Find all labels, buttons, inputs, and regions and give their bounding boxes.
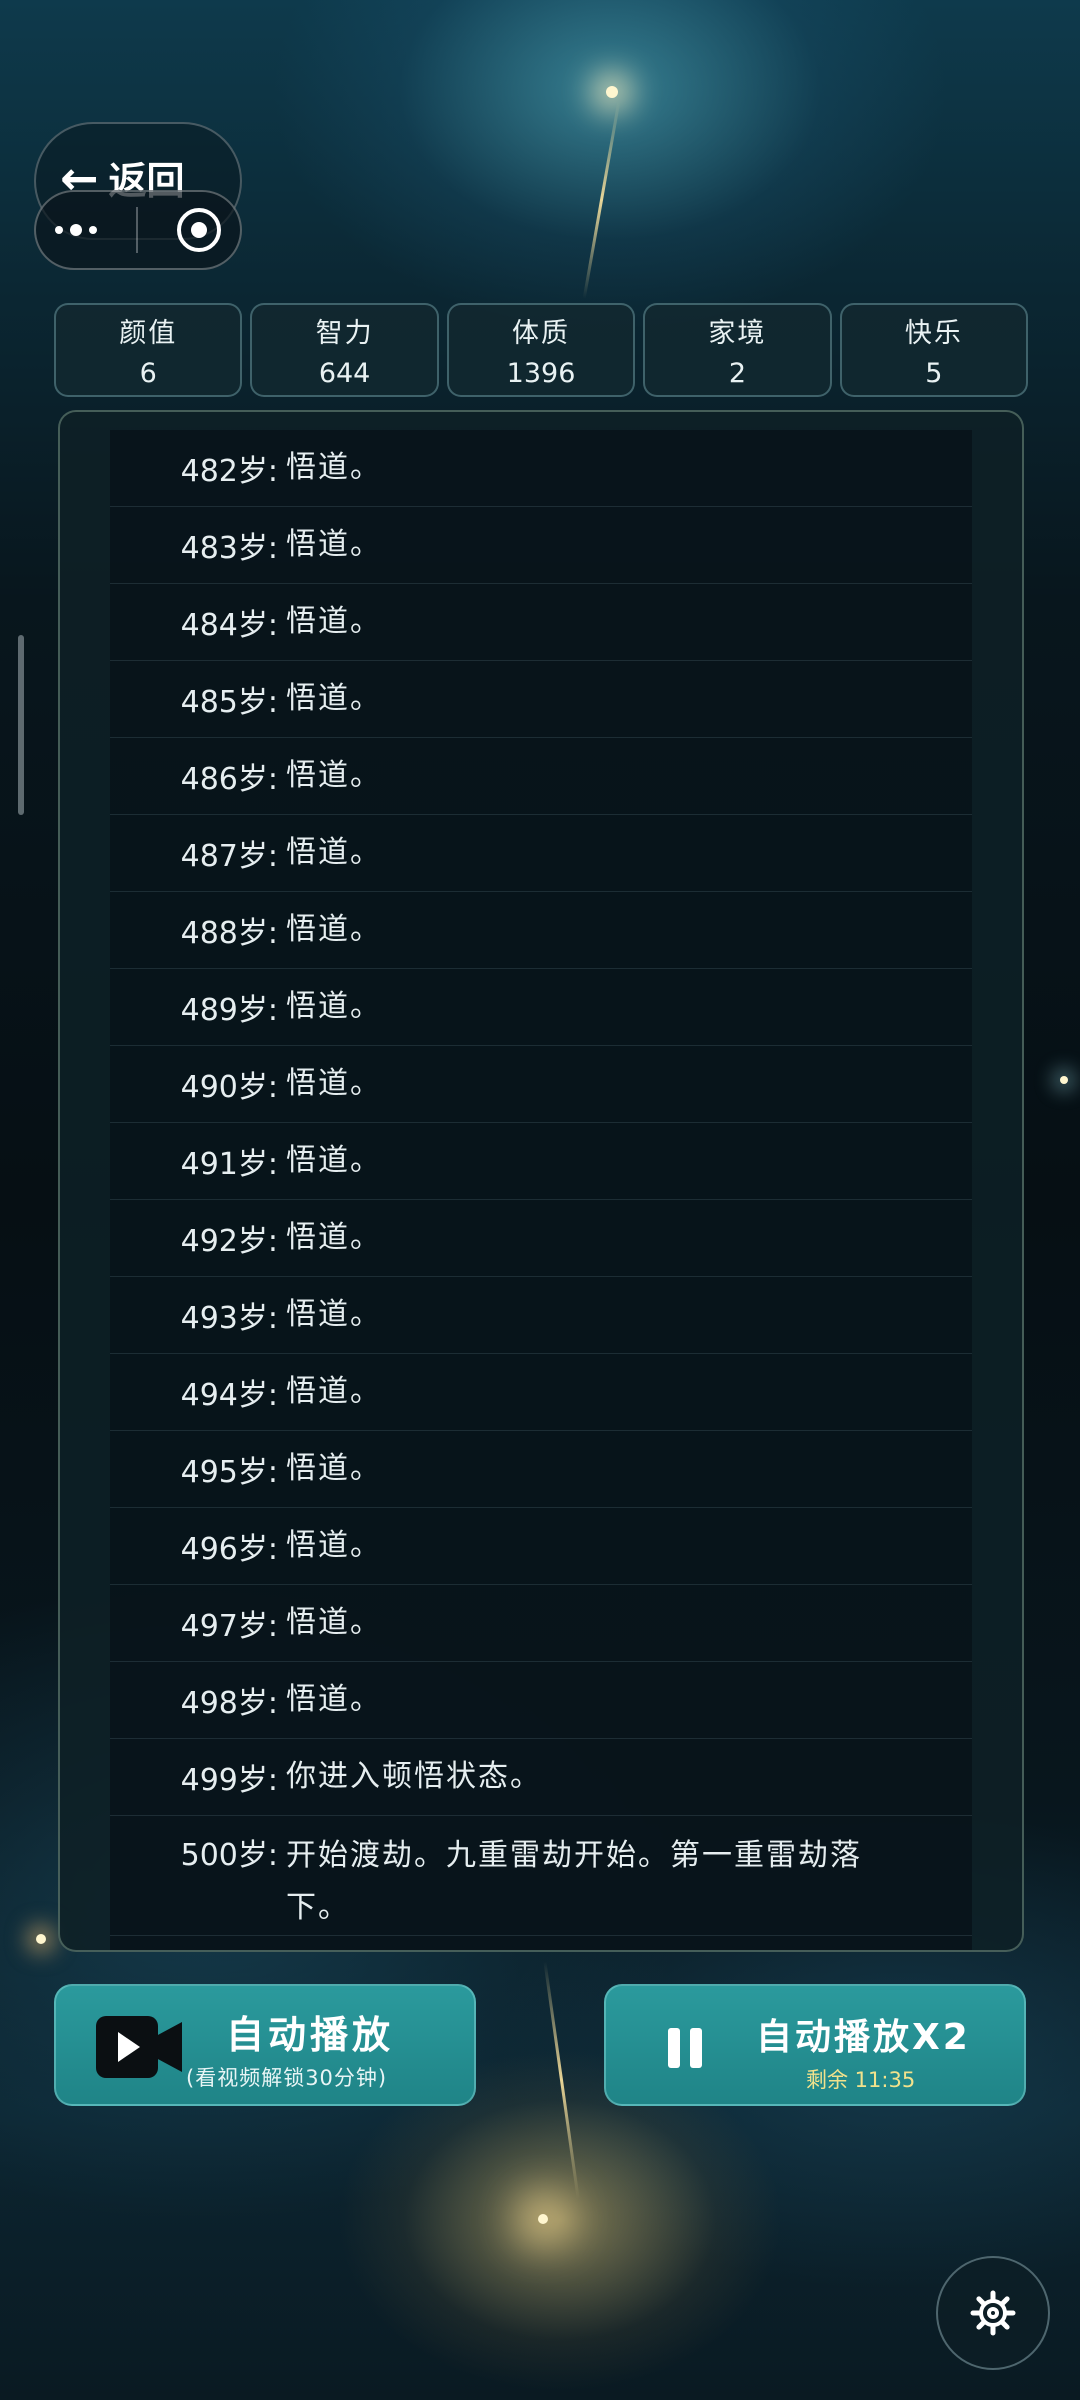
video-camera-icon — [96, 2016, 182, 2078]
more-options-icon[interactable] — [55, 224, 98, 236]
log-row: 495岁: 悟道。 — [110, 1431, 972, 1508]
stat-label: 体质 — [512, 318, 571, 349]
log-row: 496岁: 悟道。 — [110, 1508, 972, 1585]
log-row: 483岁: 悟道。 — [110, 507, 972, 584]
log-row: 486岁: 悟道。 — [110, 738, 972, 815]
stat-label: 家境 — [708, 318, 767, 349]
log-text: 悟道。 — [286, 1528, 382, 1563]
log-text: 悟道。 — [286, 1605, 382, 1640]
log-age: 484岁: — [180, 608, 278, 643]
log-age: 492岁: — [180, 1224, 278, 1259]
autoplay-x2-title: 自动播放X2 — [756, 2017, 971, 2058]
stat-label: 快乐 — [904, 318, 963, 349]
star-decoration — [606, 86, 618, 98]
stat-constitution: 体质 1396 — [446, 303, 636, 397]
stat-value: 2 — [728, 358, 747, 389]
log-age: 485岁: — [180, 685, 278, 720]
log-text: 悟道。 — [286, 912, 382, 947]
log-row: 482岁: 悟道。 — [110, 430, 972, 507]
log-text: 悟道。 — [286, 1066, 382, 1101]
log-age: 487岁: — [180, 839, 278, 874]
log-text: 悟道。 — [286, 604, 382, 639]
log-row: 487岁: 悟道。 — [110, 815, 972, 892]
log-row: 492岁: 悟道。 — [110, 1200, 972, 1277]
settings-button[interactable] — [936, 2256, 1050, 2370]
stats-bar: 颜值 6 智力 644 体质 1396 家境 2 快乐 5 — [54, 303, 1029, 397]
autoplay-subtitle: (看视频解锁30分钟) — [186, 2066, 388, 2090]
autoplay-button[interactable]: 自动播放 (看视频解锁30分钟) — [54, 1984, 476, 2106]
star-decoration — [36, 1934, 46, 1944]
light-streak — [543, 1960, 580, 2200]
scroll-indicator[interactable] — [18, 635, 24, 815]
stat-value: 1396 — [506, 358, 576, 389]
log-row: 491岁: 悟道。 — [110, 1123, 972, 1200]
log-row: 498岁: 悟道。 — [110, 1662, 972, 1739]
log-text: 悟道。 — [286, 527, 382, 562]
log-age: 493岁: — [180, 1301, 278, 1336]
autoplay-title: 自动播放 — [226, 2013, 395, 2057]
stat-label: 智力 — [315, 318, 374, 349]
log-age: 488岁: — [180, 916, 278, 951]
log-age: 494岁: — [180, 1378, 278, 1413]
log-text: 悟道。 — [286, 758, 382, 793]
log-age: 483岁: — [180, 531, 278, 566]
log-row: 489岁: 悟道。 — [110, 969, 972, 1046]
log-age: 486岁: — [180, 762, 278, 797]
stat-label: 颜值 — [119, 318, 178, 349]
log-text: 悟道。 — [286, 681, 382, 716]
log-row: 488岁: 悟道。 — [110, 892, 972, 969]
log-row: 484岁: 悟道。 — [110, 584, 972, 661]
stat-intelligence: 智力 644 — [250, 303, 439, 397]
log-row: 500岁: 开始渡劫。九重雷劫开始。第一重雷劫落下。 — [110, 1816, 972, 1936]
log-text: 悟道。 — [286, 1451, 382, 1486]
stat-family: 家境 2 — [643, 303, 832, 397]
log-age: 498岁: — [180, 1686, 278, 1721]
log-row: 494岁: 悟道。 — [110, 1354, 972, 1431]
mini-program-capsule — [34, 190, 242, 270]
life-log-panel[interactable]: 482岁: 悟道。 483岁: 悟道。 484岁: 悟道。 485岁: 悟道。 486岁… — [58, 410, 1024, 1952]
close-target-icon[interactable] — [176, 208, 221, 252]
log-age: 495岁: — [180, 1455, 278, 1490]
log-text: 悟道。 — [286, 1374, 382, 1409]
log-text: 悟道。 — [286, 1682, 382, 1717]
log-text: 开始渡劫。九重雷劫开始。第一重雷劫落下。 — [286, 1838, 862, 1925]
log-age: 482岁: — [180, 454, 278, 489]
pause-icon — [668, 2028, 708, 2068]
stat-happiness: 快乐 5 — [839, 303, 1029, 397]
log-text: 悟道。 — [286, 1143, 382, 1178]
log-text: 悟道。 — [286, 1297, 382, 1332]
stat-appearance: 颜值 6 — [54, 303, 243, 397]
log-age: 496岁: — [180, 1532, 278, 1567]
log-row: 499岁: 你进入顿悟状态。 — [110, 1739, 972, 1816]
capsule-divider — [135, 207, 138, 253]
autoplay-x2-button[interactable]: 自动播放X2 剩余 11:35 — [604, 1984, 1026, 2106]
log-age: 489岁: — [180, 993, 278, 1028]
stat-value: 6 — [139, 358, 157, 389]
star-decoration — [1060, 1076, 1068, 1084]
stat-value: 5 — [925, 358, 943, 389]
log-age: 499岁: — [180, 1763, 278, 1798]
log-row: 485岁: 悟道。 — [110, 661, 972, 738]
gear-icon — [970, 2290, 1016, 2336]
log-age: 490岁: — [180, 1070, 278, 1105]
life-log-list[interactable]: 482岁: 悟道。 483岁: 悟道。 484岁: 悟道。 485岁: 悟道。 486岁… — [110, 430, 972, 1950]
log-text: 悟道。 — [286, 989, 382, 1024]
light-streak — [582, 101, 621, 299]
remaining-time: 剩余 11:35 — [806, 2068, 916, 2092]
log-age: 497岁: — [180, 1609, 278, 1644]
log-text: 悟道。 — [286, 1220, 382, 1255]
log-text: 悟道。 — [286, 835, 382, 870]
stat-value: 644 — [318, 358, 371, 389]
log-age: 500岁: — [180, 1838, 278, 1873]
log-text: 悟道。 — [286, 450, 382, 485]
star-decoration — [538, 2214, 548, 2224]
log-row: 490岁: 悟道。 — [110, 1046, 972, 1123]
log-text: 你进入顿悟状态。 — [286, 1759, 542, 1794]
log-row: 497岁: 悟道。 — [110, 1585, 972, 1662]
log-row: 493岁: 悟道。 — [110, 1277, 972, 1354]
log-age: 491岁: — [180, 1147, 278, 1182]
